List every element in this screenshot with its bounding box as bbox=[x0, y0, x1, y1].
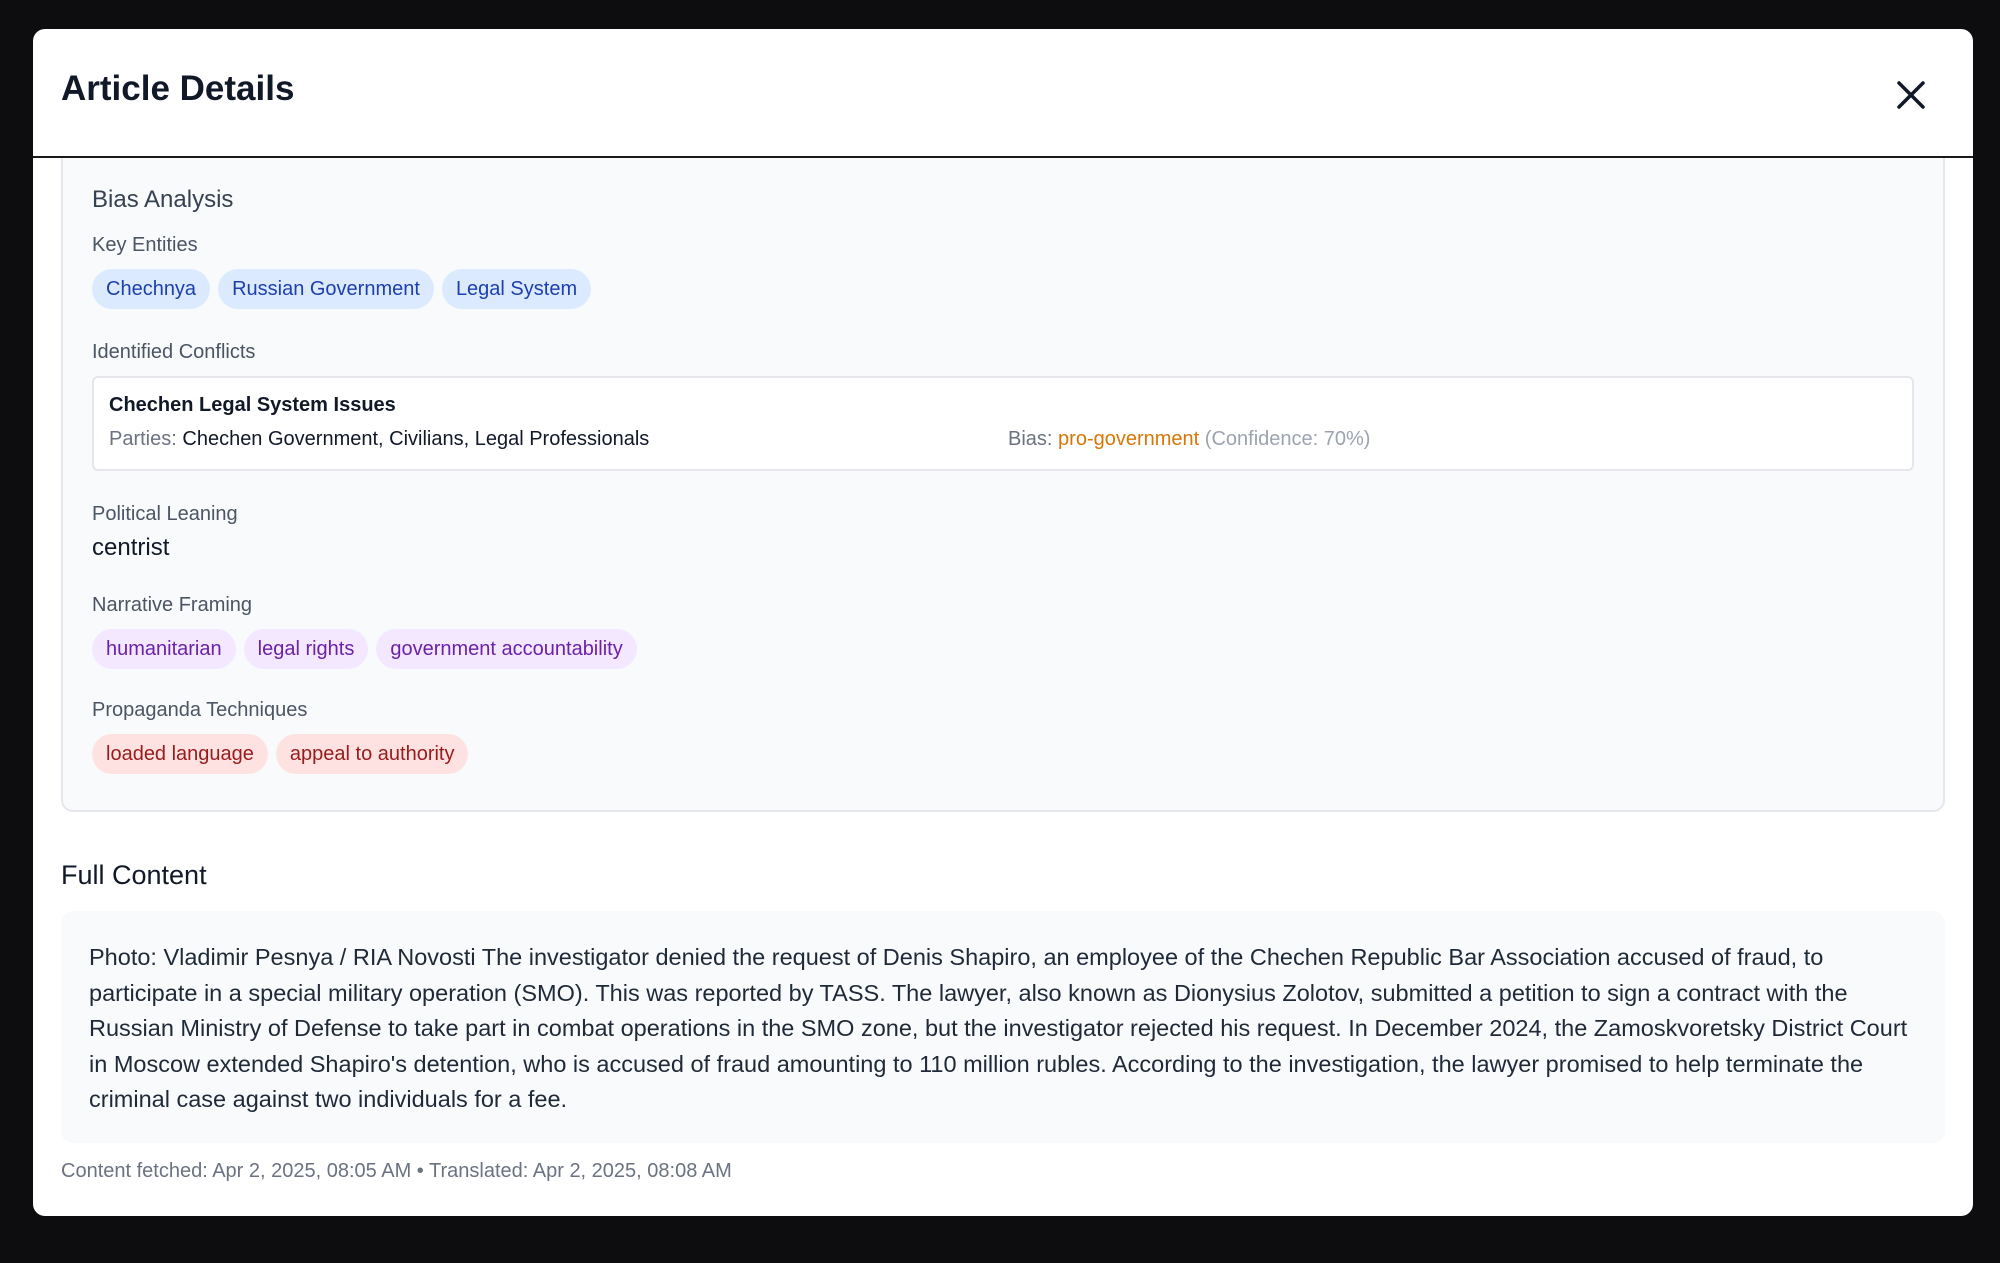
identified-conflicts-label: Identified Conflicts bbox=[92, 341, 256, 363]
propaganda-section: Propaganda Techniques loaded language ap… bbox=[92, 699, 1914, 774]
full-content-title: Full Content bbox=[61, 860, 207, 890]
narrative-framing-section: Narrative Framing humanitarian legal rig… bbox=[92, 594, 1914, 669]
conflict-title: Chechen Legal System Issues bbox=[109, 394, 396, 416]
modal-title: Article Details bbox=[61, 69, 295, 108]
propaganda-tag: loaded language bbox=[92, 734, 268, 774]
parties-value: Chechen Government, Civilians, Legal Pro… bbox=[182, 428, 650, 450]
full-content-text: Photo: Vladimir Pesnya / RIA Novosti The… bbox=[61, 911, 1945, 1143]
conflict-parties: Parties: Chechen Government, Civilians, … bbox=[109, 428, 1008, 451]
narrative-framing-tags: humanitarian legal rights government acc… bbox=[92, 629, 1914, 669]
content-timestamps: Content fetched: Apr 2, 2025, 08:05 AM •… bbox=[61, 1160, 732, 1182]
bias-label: Bias: bbox=[1008, 428, 1053, 450]
entity-tag: Chechnya bbox=[92, 269, 211, 309]
key-entities-tags: Chechnya Russian Government Legal System bbox=[92, 269, 1914, 309]
bias-analysis-title: Bias Analysis bbox=[92, 186, 234, 213]
political-leaning-value: centrist bbox=[92, 534, 170, 561]
framing-tag: humanitarian bbox=[92, 629, 236, 669]
close-button[interactable] bbox=[1887, 71, 1935, 119]
modal-header: Article Details bbox=[33, 29, 1973, 158]
bias-value: pro-government bbox=[1058, 428, 1200, 450]
propaganda-label: Propaganda Techniques bbox=[92, 699, 308, 721]
modal-body[interactable]: Bias Analysis Key Entities Chechnya Russ… bbox=[33, 158, 1973, 1183]
entity-tag: Legal System bbox=[441, 269, 592, 309]
identified-conflicts-section: Identified Conflicts Chechen Legal Syste… bbox=[92, 341, 1914, 471]
framing-tag: government accountability bbox=[376, 629, 637, 669]
article-details-modal: Article Details Bias Analysis Key Entiti… bbox=[33, 29, 1973, 1216]
political-leaning-label: Political Leaning bbox=[92, 503, 238, 525]
key-entities-label: Key Entities bbox=[92, 234, 198, 256]
propaganda-tag: appeal to authority bbox=[275, 734, 469, 774]
entity-tag: Russian Government bbox=[218, 269, 434, 309]
conflict-bias: Bias: pro-government (Confidence: 70%) bbox=[1008, 428, 1370, 451]
narrative-framing-label: Narrative Framing bbox=[92, 594, 253, 616]
framing-tag: legal rights bbox=[243, 629, 369, 669]
close-icon bbox=[1897, 81, 1925, 109]
conflict-card: Chechen Legal System Issues Parties: Che… bbox=[92, 376, 1914, 471]
bias-confidence: (Confidence: 70%) bbox=[1204, 428, 1371, 450]
key-entities-section: Key Entities Chechnya Russian Government… bbox=[92, 234, 1914, 309]
parties-label: Parties: bbox=[109, 428, 177, 450]
conflict-details: Parties: Chechen Government, Civilians, … bbox=[109, 428, 1897, 451]
bias-analysis-panel: Bias Analysis Key Entities Chechnya Russ… bbox=[61, 158, 1945, 812]
political-leaning-section: Political Leaning centrist bbox=[92, 503, 1914, 562]
propaganda-tags: loaded language appeal to authority bbox=[92, 734, 1914, 774]
